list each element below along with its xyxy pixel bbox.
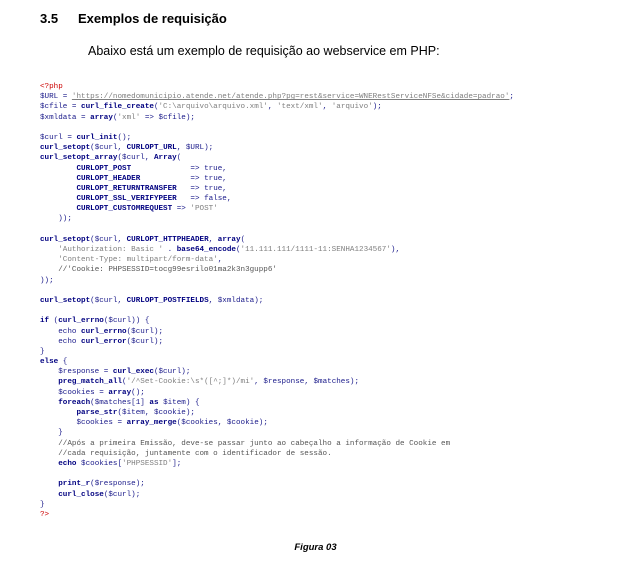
code-line: } <box>40 500 45 509</box>
code-line: CURLOPT_RETURNTRANSFER => true, <box>76 184 227 193</box>
code-line: echo $cookies['PHPSESSID']; <box>58 459 182 468</box>
code-line: $URL = 'https://nomedomunicipio.atende.n… <box>40 93 514 102</box>
code-line: $curl = curl_init(); <box>40 133 132 142</box>
code-line: CURLOPT_HEADER => true, <box>76 174 227 183</box>
code-line: curl_setopt($curl, CURLOPT_URL, $URL); <box>40 144 214 153</box>
code-line: print_r($response); <box>58 480 145 489</box>
code-line: $cfile = curl_file_create('C:\arquivo\ar… <box>40 103 382 112</box>
code-line: curl_setopt_array($curl, Array( <box>40 154 182 163</box>
section-title: Exemplos de requisição <box>78 11 227 26</box>
code-line: <?php <box>40 83 63 91</box>
code-line: $response = curl_exec($curl); <box>40 368 191 377</box>
figure-caption: Figura 03 <box>294 542 337 553</box>
code-line: CURLOPT_SSL_VERIFYPEER => false, <box>76 195 232 204</box>
code-line: parse_str($item, $cookie); <box>76 409 195 417</box>
code-line: CURLOPT_POST => true, <box>76 164 227 173</box>
code-line: } <box>40 347 45 356</box>
code-line: if (curl_errno($curl)) { <box>40 317 150 326</box>
code-line: $xmldata = array('xml' => $cfile); <box>40 113 195 122</box>
code-line: curl_setopt($curl, CURLOPT_HTTPHEADER, a… <box>40 235 246 244</box>
section-number: 3.5 <box>40 11 59 26</box>
code-line: //'Cookie: PHPSESSID=tocg99esrilo01ma2k3… <box>58 266 277 275</box>
code-line: )); <box>40 276 54 285</box>
intro-paragraph: Abaixo está um exemplo de requisição ao … <box>88 44 440 58</box>
code-line: else { <box>40 358 68 367</box>
code-line: $cookies = array_merge($cookies, $cookie… <box>40 419 268 428</box>
code-line: 'Content-Type: multipart/form-data', <box>58 256 223 265</box>
php-code-block: <?php $URL = 'https://nomedomunicipio.ate… <box>40 82 625 520</box>
code-line: echo curl_error($curl); <box>40 337 164 346</box>
code-line: //cada requisição, juntamente com o iden… <box>58 449 332 458</box>
code-line: foreach($matches[1] as $item) { <box>58 398 200 407</box>
code-line: echo curl_errno($curl); <box>40 327 164 336</box>
code-line: //Após a primeira Emissão, deve-se passa… <box>58 439 451 448</box>
code-line: preg_match_all('/^Set-Cookie:\s*([^;]*)/… <box>58 378 360 387</box>
code-line: ?> <box>40 510 50 519</box>
code-line: $cookies = array(); <box>40 388 145 397</box>
section-heading: 3.5 Exemplos de requisição <box>40 11 227 26</box>
code-line: curl_setopt($curl, CURLOPT_POSTFIELDS, $… <box>40 296 264 305</box>
code-line: } <box>40 429 63 438</box>
code-line: 'Authorization: Basic ' . base64_encode(… <box>58 246 401 254</box>
code-line: )); <box>40 215 72 224</box>
code-line: CURLOPT_CUSTOMREQUEST => 'POST' <box>76 205 218 214</box>
code-line: curl_close($curl); <box>58 490 141 499</box>
